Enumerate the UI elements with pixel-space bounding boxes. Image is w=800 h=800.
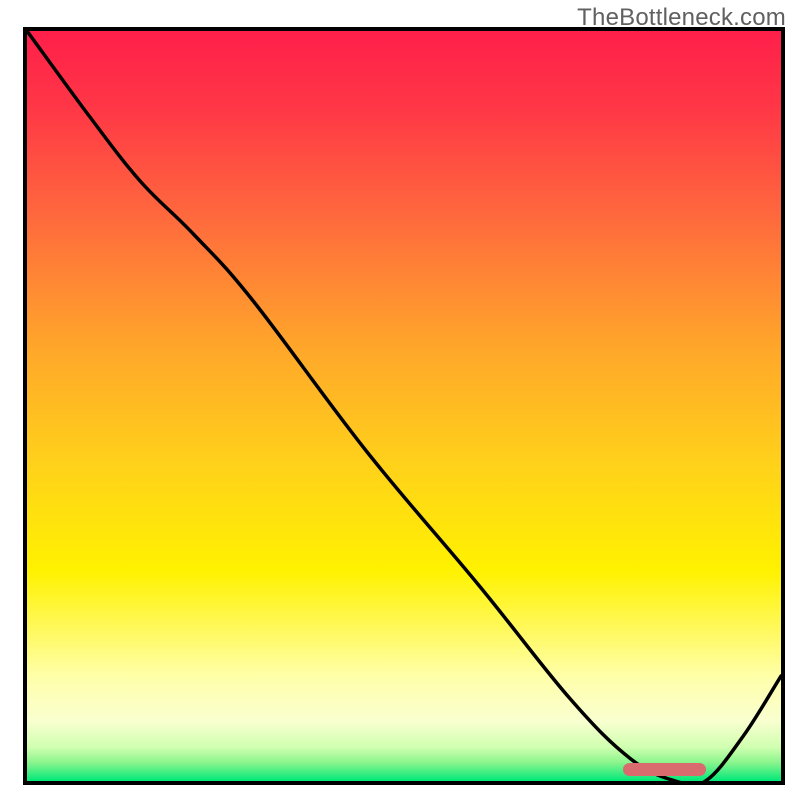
watermark-text: TheBottleneck.com [577,4,786,32]
plot-area [23,27,785,785]
chart-container: TheBottleneck.com [0,0,800,800]
optimal-marker [623,763,706,776]
curve-line [27,31,781,781]
